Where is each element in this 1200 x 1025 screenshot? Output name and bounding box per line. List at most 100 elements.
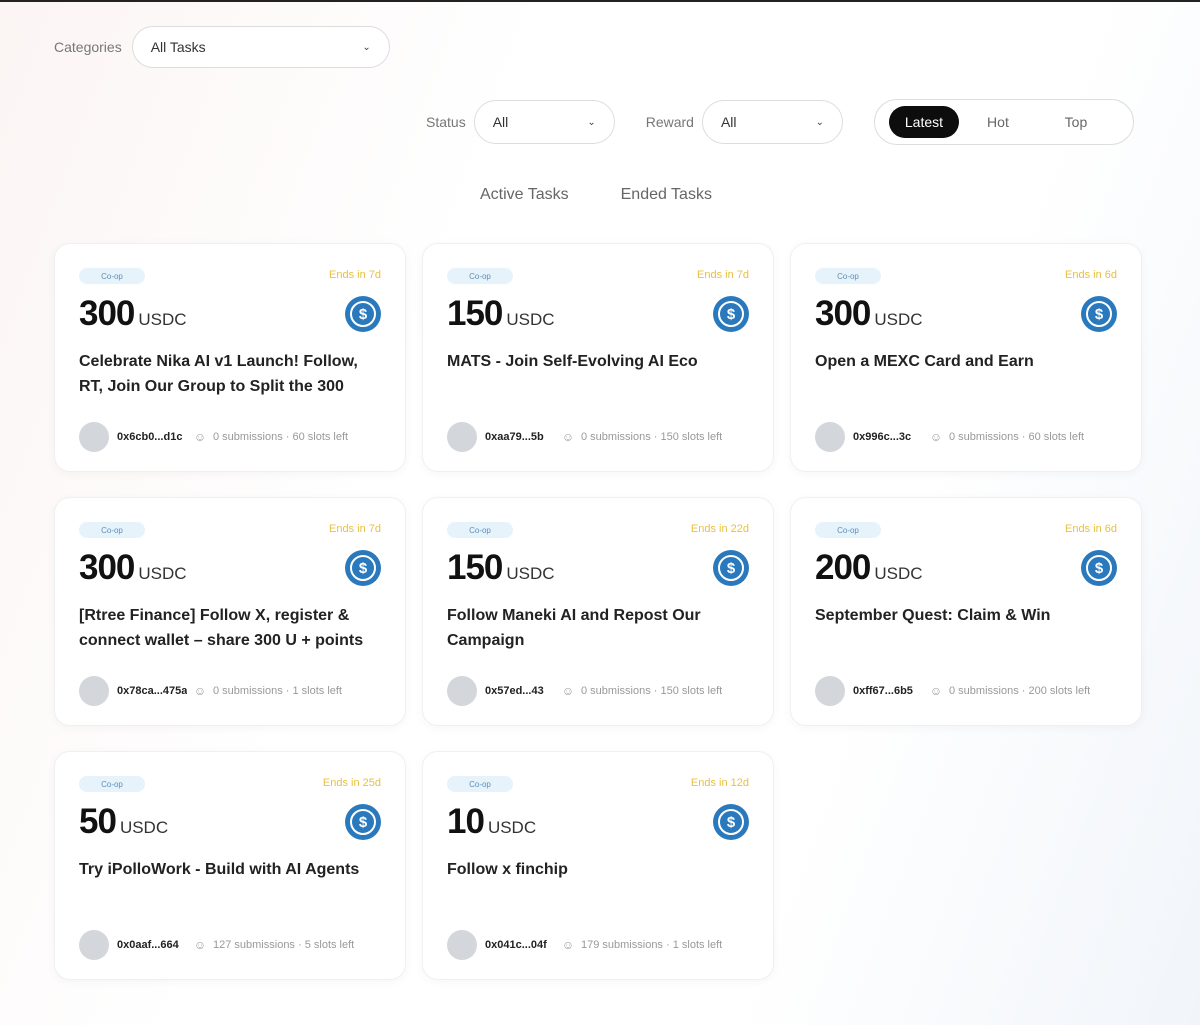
reward-value: 10 — [447, 802, 485, 841]
reward-amount: 300 USDC — [815, 294, 923, 334]
task-card[interactable]: Co-op Ends in 25d 50 USDC $ Try iPolloWo… — [54, 751, 406, 980]
task-card[interactable]: Co-op Ends in 12d 10 USDC $ Follow x fin… — [422, 751, 774, 980]
card-footer: 0xaa79...5b ☺ 0 submissions · 150 slots … — [447, 422, 749, 452]
reward-value: 300 — [815, 294, 871, 333]
reward-amount: 300 USDC — [79, 294, 187, 334]
task-title: Follow Maneki AI and Repost Our Campaign — [447, 607, 701, 649]
reward-value: 300 — [79, 294, 135, 333]
ends-in-label: Ends in 25d — [322, 777, 381, 789]
submissions-info: 0 submissions · 200 slots left — [949, 685, 1091, 697]
people-icon: ☺ — [193, 938, 207, 952]
card-footer: 0x996c...3c ☺ 0 submissions · 60 slots l… — [815, 422, 1117, 452]
reward-amount: 10 USDC — [447, 802, 536, 842]
submissions-info: 179 submissions · 1 slots left — [581, 939, 723, 951]
chevron-down-icon: ⌄ — [362, 41, 371, 53]
coop-badge: Co-op — [447, 268, 513, 284]
categories-label: Categories — [54, 39, 122, 55]
creator-address: 0x78ca...475a — [117, 685, 187, 697]
status-label: Status — [426, 114, 466, 130]
submissions-info: 0 submissions · 60 slots left — [949, 431, 1085, 443]
tab-ended-tasks[interactable]: Ended Tasks — [621, 186, 712, 204]
people-icon: ☺ — [561, 684, 575, 698]
filter-row: Status All ⌄ Reward All ⌄ Latest Hot Top — [426, 99, 1134, 145]
card-footer: 0x6cb0...d1c ☺ 0 submissions · 60 slots … — [79, 422, 381, 452]
task-title: [Rtree Finance] Follow X, register & con… — [79, 607, 364, 649]
chevron-down-icon: ⌄ — [815, 116, 824, 128]
avatar — [815, 422, 845, 452]
people-icon: ☺ — [561, 430, 575, 444]
task-card[interactable]: Co-op Ends in 7d 300 USDC $ [Rtree Finan… — [54, 497, 406, 726]
coop-badge: Co-op — [79, 776, 145, 792]
card-footer: 0x78ca...475a ☺ 0 submissions · 1 slots … — [79, 676, 381, 706]
ends-in-label: Ends in 6d — [1065, 523, 1117, 535]
reward-amount: 300 USDC — [79, 548, 187, 588]
reward-currency: USDC — [506, 310, 555, 329]
reward-value: All — [720, 114, 737, 130]
people-icon: ☺ — [193, 684, 207, 698]
card-footer: 0x57ed...43 ☺ 0 submissions · 150 slots … — [447, 676, 749, 706]
task-card[interactable]: Co-op Ends in 6d 300 USDC $ Open a MEXC … — [790, 243, 1142, 472]
reward-currency: USDC — [874, 310, 923, 329]
reward-amount: 150 USDC — [447, 548, 555, 588]
submissions-info: 0 submissions · 150 slots left — [581, 431, 723, 443]
submissions-info: 0 submissions · 1 slots left — [213, 685, 342, 697]
usdc-coin-icon: $ — [345, 550, 381, 586]
ends-in-label: Ends in 7d — [329, 523, 381, 535]
categories-filter: Categories All Tasks ⌄ — [54, 26, 390, 68]
sort-top-button[interactable]: Top — [1037, 106, 1115, 138]
submissions-info: 0 submissions · 150 slots left — [581, 685, 723, 697]
sort-toggle-group: Latest Hot Top — [873, 99, 1134, 145]
reward-select[interactable]: All ⌄ — [701, 100, 843, 144]
categories-select[interactable]: All Tasks ⌄ — [131, 26, 390, 68]
ends-in-label: Ends in 12d — [690, 777, 749, 789]
creator-address: 0xaa79...5b — [485, 431, 544, 443]
task-card[interactable]: Co-op Ends in 22d 150 USDC $ Follow Mane… — [422, 497, 774, 726]
ends-in-label: Ends in 6d — [1065, 269, 1117, 281]
reward-currency: USDC — [138, 564, 187, 583]
status-value: All — [492, 114, 509, 130]
creator-address: 0x0aaf...664 — [117, 939, 179, 951]
avatar — [447, 930, 477, 960]
people-icon: ☺ — [561, 938, 575, 952]
creator-address: 0x996c...3c — [853, 431, 912, 443]
ends-in-label: Ends in 22d — [690, 523, 749, 535]
reward-value: 150 — [447, 548, 503, 587]
sort-latest-button[interactable]: Latest — [888, 106, 959, 138]
task-tabs: Active Tasks Ended Tasks — [480, 186, 712, 204]
usdc-coin-icon: $ — [713, 296, 749, 332]
avatar — [815, 676, 845, 706]
reward-amount: 200 USDC — [815, 548, 923, 588]
usdc-coin-icon: $ — [1081, 550, 1117, 586]
reward-amount: 150 USDC — [447, 294, 555, 334]
task-card[interactable]: Co-op Ends in 6d 200 USDC $ September Qu… — [790, 497, 1142, 726]
reward-value: 200 — [815, 548, 871, 587]
sort-hot-button[interactable]: Hot — [959, 106, 1037, 138]
top-border — [0, 0, 1200, 2]
tab-active-tasks[interactable]: Active Tasks — [480, 186, 569, 204]
submissions-info: 0 submissions · 60 slots left — [213, 431, 349, 443]
reward-currency: USDC — [119, 818, 169, 837]
ends-in-label: Ends in 7d — [329, 269, 381, 281]
usdc-coin-icon: $ — [713, 550, 749, 586]
reward-currency: USDC — [506, 564, 555, 583]
task-card[interactable]: Co-op Ends in 7d 300 USDC $ Celebrate Ni… — [54, 243, 406, 472]
status-select[interactable]: All ⌄ — [473, 100, 615, 144]
reward-currency: USDC — [487, 818, 537, 837]
usdc-coin-icon: $ — [713, 804, 749, 840]
avatar — [447, 676, 477, 706]
card-footer: 0x041c...04f ☺ 179 submissions · 1 slots… — [447, 930, 749, 960]
usdc-coin-icon: $ — [345, 804, 381, 840]
coop-badge: Co-op — [815, 522, 881, 538]
creator-address: 0xff67...6b5 — [853, 685, 913, 697]
reward-value: 150 — [447, 294, 503, 333]
reward-label: Reward — [645, 114, 694, 130]
task-card[interactable]: Co-op Ends in 7d 150 USDC $ MATS - Join … — [422, 243, 774, 472]
avatar — [447, 422, 477, 452]
reward-currency: USDC — [874, 564, 923, 583]
task-title: Follow x finchip — [447, 861, 568, 878]
usdc-coin-icon: $ — [1081, 296, 1117, 332]
card-footer: 0xff67...6b5 ☺ 0 submissions · 200 slots… — [815, 676, 1117, 706]
card-footer: 0x0aaf...664 ☺ 127 submissions · 5 slots… — [79, 930, 381, 960]
people-icon: ☺ — [929, 430, 943, 444]
avatar — [79, 676, 109, 706]
